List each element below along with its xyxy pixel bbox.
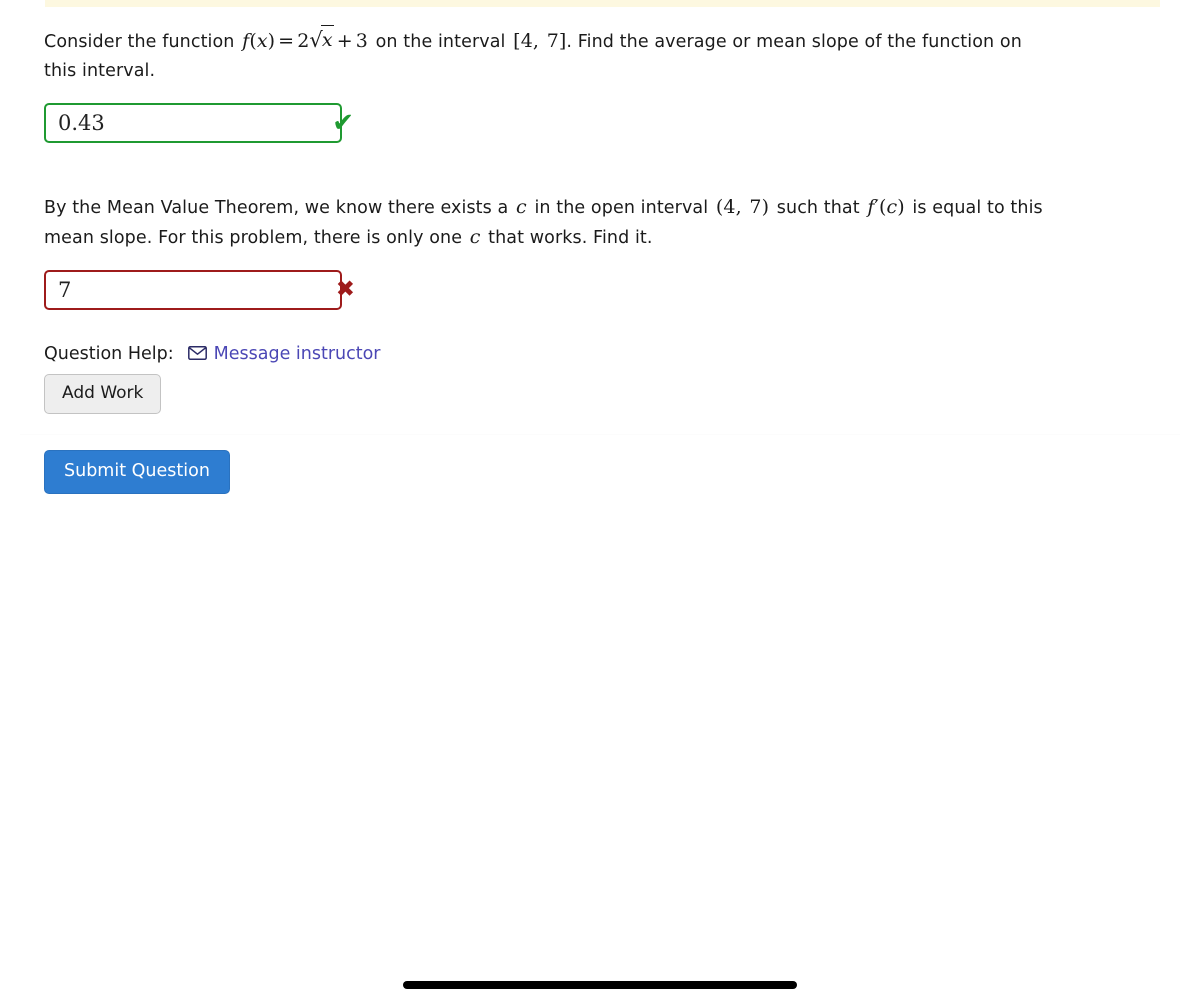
mvt-text-3: such that: [776, 198, 860, 218]
question-help-row: Question Help: Message instructor: [44, 344, 1054, 364]
interval-right-endpoint: 7: [546, 30, 559, 52]
derivative-argument-c: c: [886, 196, 898, 218]
interval-open-bracket: [: [513, 30, 521, 52]
message-instructor-link[interactable]: Message instructor: [187, 344, 381, 365]
derivative-function-name: f: [867, 196, 875, 218]
plus-sign: +: [336, 30, 353, 52]
correct-checkmark-icon: ✔: [332, 108, 354, 138]
function-variable: x: [256, 30, 268, 52]
answer-input-2-container[interactable]: 7 ✖: [44, 270, 355, 310]
question-content: Consider the function f(x) = 2√x +3 on the …: [44, 25, 1054, 494]
prompt-text-mid: on the interval: [375, 32, 506, 52]
answer-row-2: 7 ✖: [44, 270, 1054, 314]
square-root-expression: √x: [309, 25, 334, 56]
open-interval-close-paren: ): [761, 196, 770, 218]
answer-input-1-container[interactable]: 0.43 ✔: [44, 103, 354, 143]
answer-input-2[interactable]: 7: [46, 279, 71, 301]
problem-statement-part2: By the Mean Value Theorem, we know there…: [44, 193, 1054, 252]
open-interval-right: 7: [749, 196, 762, 218]
answer-row-1: 0.43 ✔: [44, 103, 1054, 147]
top-accent-strip: [45, 0, 1160, 7]
submit-row: Submit Question: [44, 414, 1054, 494]
constant-term: 3: [355, 30, 368, 52]
question-help-label: Question Help:: [44, 344, 174, 364]
mvt-text-2: in the open interval: [534, 198, 709, 218]
open-interval-left: 4: [723, 196, 736, 218]
mvt-text-1: By the Mean Value Theorem, we know there…: [44, 198, 509, 218]
function-open-paren: (: [249, 30, 257, 52]
incorrect-cross-icon: ✖: [335, 276, 355, 303]
variable-c-2: c: [469, 225, 481, 248]
add-work-row: Add Work: [44, 364, 1054, 414]
add-work-button[interactable]: Add Work: [44, 374, 162, 414]
prompt-text-before-function: Consider the function: [44, 32, 235, 52]
interval-left-endpoint: 4: [520, 30, 533, 52]
equals-sign: =: [278, 30, 295, 52]
coefficient: 2: [297, 30, 310, 52]
variable-c-1: c: [516, 196, 527, 218]
home-indicator-bar: [403, 981, 797, 989]
message-instructor-label: Message instructor: [213, 344, 381, 364]
open-interval-comma: ,: [735, 196, 742, 218]
mvt-text-5: that works. Find it.: [488, 227, 653, 248]
section-divider: [20, 434, 1180, 435]
problem-statement-part1: Consider the function f(x) = 2√x +3 on the …: [44, 25, 1054, 85]
derivative-close-paren: ): [897, 196, 905, 218]
answer-input-1[interactable]: 0.43: [46, 112, 105, 134]
submit-question-button[interactable]: Submit Question: [44, 449, 230, 494]
radicand: x: [320, 25, 334, 55]
envelope-icon: [187, 345, 207, 365]
